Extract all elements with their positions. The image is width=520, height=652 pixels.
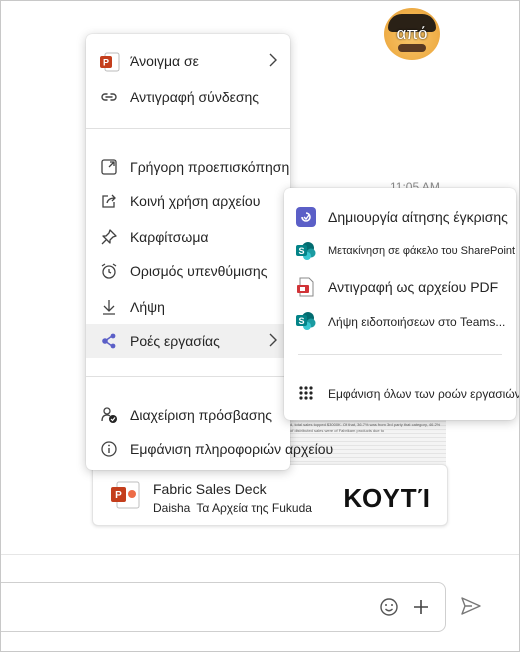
menu-item-manage-access[interactable]: Διαχείριση πρόσβασης — [86, 398, 290, 432]
powerpoint-icon: P — [100, 52, 120, 72]
approvals-icon — [296, 207, 316, 227]
file-card[interactable]: P Fabric Sales Deck Daisha Τα Αρχεία της … — [92, 464, 448, 526]
pin-icon — [100, 228, 118, 246]
file-badge: ΚΟΥΤΊ — [343, 483, 431, 513]
svg-text:S: S — [298, 246, 304, 256]
submenu-item-label: Μετακίνηση σε φάκελο του SharePoint — [328, 245, 516, 257]
menu-item-pin[interactable]: Καρφίτσωμα — [86, 220, 290, 254]
menu-item-share-file[interactable]: Κοινή χρήση αρχείου — [86, 184, 290, 218]
menu-item-file-info[interactable]: Εμφάνιση πληροφοριών αρχείου — [86, 432, 333, 466]
avatar-mustache — [398, 44, 426, 52]
file-title[interactable]: Fabric Sales Deck — [153, 481, 267, 497]
submenu-item-create-approval[interactable]: Δημιουργία αίτησης έγκρισης — [284, 200, 516, 234]
file-context-menu: P Άνοιγμα σε Αντιγραφή σύνδεσης Γρήγορη … — [86, 34, 333, 470]
file-meta: Daisha Τα Αρχεία της Fukuda — [153, 501, 312, 515]
workflow-icon — [100, 332, 118, 350]
sharepoint-icon: S — [296, 311, 316, 331]
menu-item-label: Διαχείριση πρόσβασης — [130, 407, 273, 423]
expand-icon — [100, 158, 118, 176]
submenu-item-label: Λήψη ειδοποιήσεων στο Teams... — [328, 315, 506, 329]
menu-item-label: Γρήγορη προεπισκόπηση — [130, 159, 290, 175]
submenu-item-teams-notifications[interactable]: S Λήψη ειδοποιήσεων στο Teams... — [284, 304, 516, 338]
submenu-item-move-sharepoint[interactable]: S Μετακίνηση σε φάκελο του SharePoint — [284, 234, 516, 268]
share-icon — [100, 192, 118, 210]
menu-item-label: Εμφάνιση πληροφοριών αρχείου — [130, 441, 334, 457]
add-icon[interactable] — [411, 597, 431, 622]
compose-divider — [0, 554, 520, 555]
menu-item-label: Λήψη — [130, 299, 165, 315]
svg-text:S: S — [298, 316, 304, 326]
grid-dots-icon — [296, 383, 316, 403]
alarm-icon — [100, 262, 118, 280]
menu-item-quick-preview[interactable]: Γρήγορη προεπισκόπηση — [86, 150, 290, 184]
file-owner: Daisha — [153, 501, 191, 515]
workflows-submenu: Δημιουργία αίτησης έγκρισης S Μετακίνηση… — [284, 188, 520, 420]
menu-item-label: Ορισμός υπενθύμισης — [130, 263, 268, 279]
access-icon — [100, 406, 118, 424]
menu-item-download[interactable]: Λήψη — [86, 290, 290, 324]
emoji-icon[interactable] — [379, 597, 399, 622]
menu-separator — [86, 376, 290, 377]
powerpoint-icon: P — [111, 481, 141, 514]
menu-item-label: Αντιγραφή σύνδεσης — [130, 89, 260, 105]
menu-item-open-in[interactable]: P Άνοιγμα σε — [86, 44, 290, 78]
svg-text:P: P — [103, 58, 109, 68]
menu-item-label: Ροές εργασίας — [130, 333, 220, 349]
info-icon — [100, 440, 118, 458]
message-compose-box[interactable] — [0, 582, 446, 632]
submenu-item-label: Δημιουργία αίτησης έγκρισης — [328, 209, 508, 225]
chevron-right-icon — [268, 333, 278, 350]
avatar-label: από — [396, 24, 428, 43]
sharepoint-icon: S — [296, 241, 316, 261]
submenu-item-copy-pdf[interactable]: Αντιγραφή ως αρχείου PDF — [284, 270, 516, 304]
download-icon — [100, 298, 118, 316]
user-avatar[interactable]: από — [384, 8, 440, 60]
menu-item-copy-link[interactable]: Αντιγραφή σύνδεσης — [86, 80, 290, 114]
file-location: Τα Αρχεία της Fukuda — [196, 501, 312, 515]
submenu-item-label: Εμφάνιση όλων των ροών εργασιών — [328, 387, 520, 401]
menu-separator — [86, 128, 290, 129]
submenu-separator — [298, 354, 502, 355]
submenu-item-show-all-workflows[interactable]: Εμφάνιση όλων των ροών εργασιών — [284, 376, 520, 410]
pdf-icon — [296, 277, 316, 297]
menu-item-label: Άνοιγμα σε — [130, 53, 199, 69]
submenu-item-label: Αντιγραφή ως αρχείου PDF — [328, 279, 499, 295]
send-icon[interactable] — [460, 596, 482, 621]
link-icon — [100, 88, 118, 106]
menu-item-set-reminder[interactable]: Ορισμός υπενθύμισης — [86, 254, 290, 288]
menu-item-label: Καρφίτσωμα — [130, 229, 209, 245]
menu-item-label: Κοινή χρήση αρχείου — [130, 193, 261, 209]
chevron-right-icon — [268, 53, 278, 70]
menu-item-workflows[interactable]: Ροές εργασίας — [86, 324, 290, 358]
svg-text:P: P — [115, 490, 122, 501]
